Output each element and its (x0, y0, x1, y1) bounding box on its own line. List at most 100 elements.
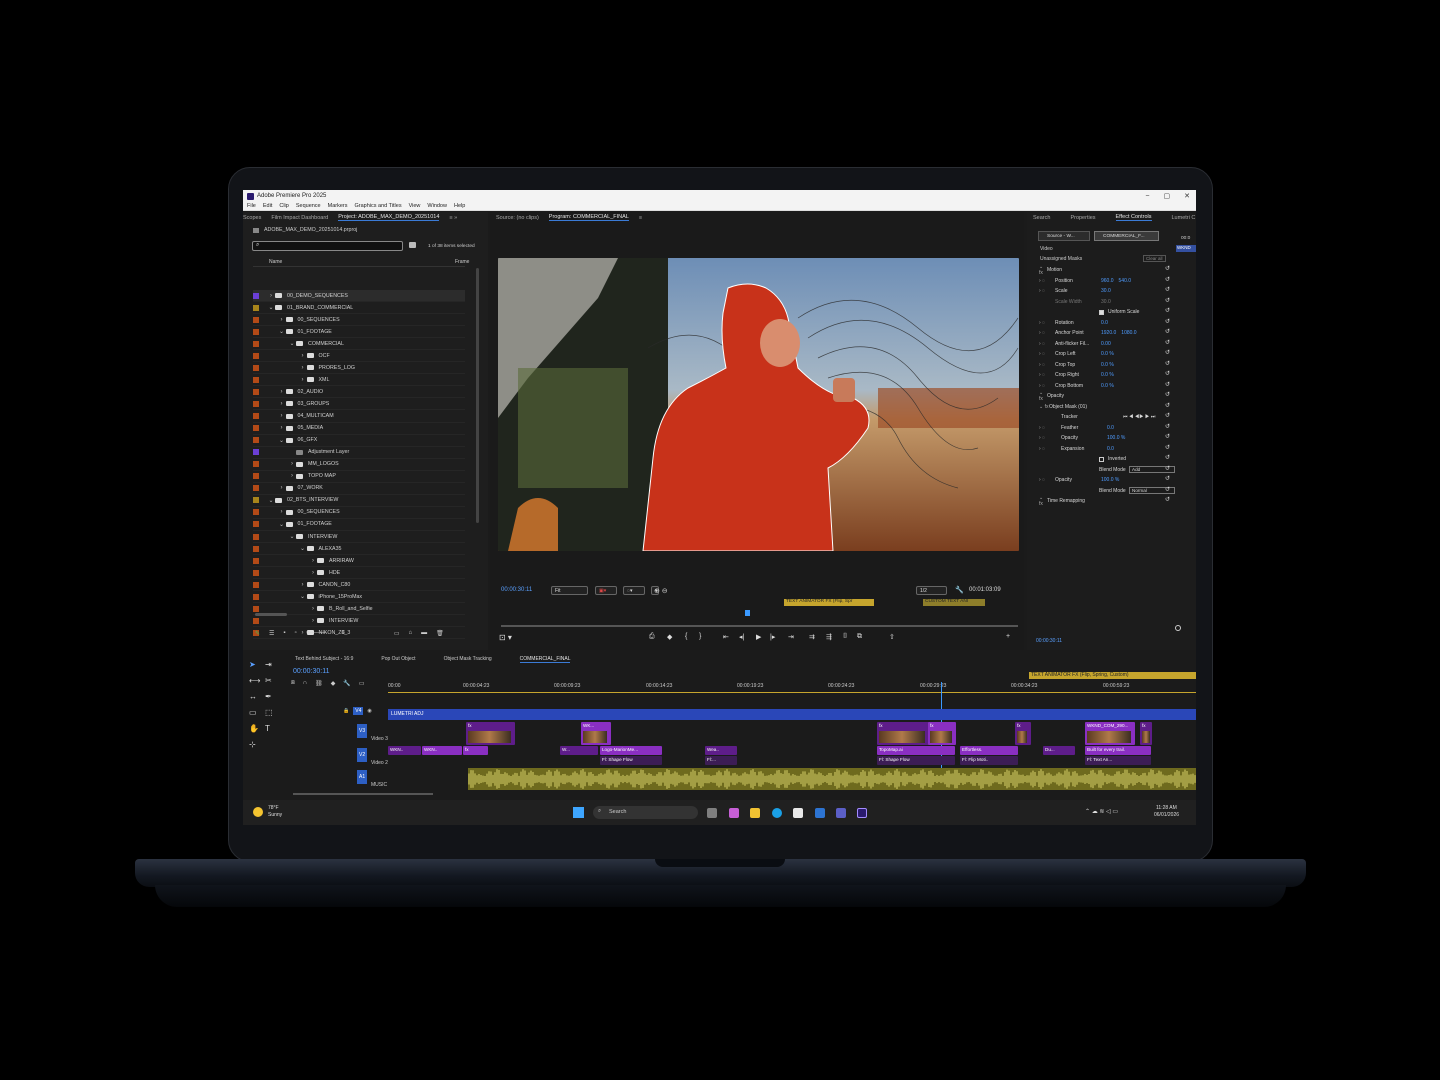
ec-chevron-icon[interactable]: › ◌ (1039, 435, 1061, 441)
label-color-swatch[interactable] (253, 316, 259, 323)
track-v4-label[interactable]: V4 (353, 707, 364, 715)
button-editor-icon[interactable]: + (1006, 633, 1010, 640)
label-color-swatch[interactable] (253, 340, 259, 347)
reset-icon[interactable]: ↺ (1165, 370, 1170, 377)
add-marker-button[interactable]: ⊡ ▾ (499, 633, 512, 642)
ec-chevron-icon[interactable]: › ◌ (1039, 477, 1055, 483)
tab-search[interactable]: Search (1033, 215, 1050, 221)
list-view-icon[interactable]: ☰ (269, 630, 274, 637)
label-color-swatch[interactable] (253, 304, 259, 311)
label-color-swatch[interactable] (253, 461, 259, 468)
top-marker[interactable]: TEXT ANIMATOR FX (Flip, Spring, Custom) (1029, 672, 1196, 679)
minimize-button[interactable]: − (1145, 193, 1149, 200)
reset-icon[interactable]: ↺ (1165, 276, 1170, 283)
chevron-right-icon[interactable]: › (299, 377, 307, 383)
seq-tab-pop-out[interactable]: Pop Out Object (381, 656, 415, 663)
tracker-controls[interactable]: ⏮ ◀ ◀▶ ▶ ⏭ (1123, 414, 1155, 420)
reset-icon[interactable]: ↺ (1165, 265, 1170, 272)
v2-clip[interactable]: Du... (1043, 746, 1075, 755)
chevron-right-icon[interactable]: › (278, 425, 286, 431)
close-button[interactable]: ✕ (1184, 192, 1190, 200)
reset-icon[interactable]: ↺ (1165, 444, 1170, 451)
track-select-tool-icon[interactable]: ⇥ (265, 660, 272, 669)
chevron-right-icon[interactable]: › (267, 293, 275, 299)
ec-chevron-icon[interactable]: ⌄ fx (1039, 495, 1047, 507)
project-scrollbar[interactable] (476, 268, 479, 523)
ec-value[interactable]: 0.0 (1101, 320, 1108, 326)
v2-clip[interactable]: Built for every trail. (1085, 746, 1151, 755)
project-item[interactable]: ⌄ 02_BTS_INTERVIEW (253, 495, 465, 507)
ec-chevron-icon[interactable]: › ◌ (1039, 351, 1055, 357)
ec-chevron-icon[interactable]: › ◌ (1039, 278, 1055, 284)
captions-icon[interactable]: ▭ (359, 680, 365, 687)
v2-clip[interactable]: Effortless. (960, 746, 1018, 755)
label-color-swatch[interactable] (253, 521, 259, 528)
system-tray[interactable]: ⌃ ☁ ≋ ◁ ▭ (1085, 808, 1118, 815)
project-item[interactable]: ⌄ 06_GFX (253, 435, 465, 447)
reset-icon[interactable]: ↺ (1165, 486, 1170, 493)
add-marker-icon[interactable]: ◆ (331, 680, 336, 687)
icon-view-icon[interactable]: ▪ (283, 630, 285, 637)
project-search-input[interactable]: ⌕ (252, 241, 403, 251)
menu-markers[interactable]: Markers (328, 203, 348, 209)
music-audio-clip[interactable] (468, 768, 1196, 790)
v2-clip[interactable]: fx (463, 746, 488, 755)
maximize-button[interactable]: ▢ (1164, 192, 1171, 200)
ec-mini-clip[interactable]: WKND (1176, 245, 1196, 252)
v2-clip[interactable]: Fl: Shape Flow (600, 756, 662, 765)
ec-value[interactable]: 960.0 (1101, 278, 1114, 284)
track-v3-label[interactable]: V3 (357, 724, 368, 738)
ec-value[interactable]: 1920.0 (1101, 330, 1116, 336)
v3-clip[interactable]: WKND_COM_290... (1085, 722, 1135, 745)
reset-icon[interactable]: ↺ (1165, 318, 1170, 325)
delete-icon[interactable]: 🗑 (436, 630, 444, 637)
program-viewer[interactable] (498, 258, 1019, 551)
copilot-icon[interactable] (729, 808, 739, 818)
project-item[interactable]: Adjustment Layer (253, 447, 465, 459)
comparison-dropdown[interactable]: ◌▾ (623, 586, 645, 595)
taskbar-date[interactable]: 06/01/2026 (1154, 812, 1179, 818)
file-explorer-icon[interactable] (750, 808, 760, 818)
label-color-swatch[interactable] (253, 328, 259, 335)
chevron-down-icon[interactable]: ⌄ (278, 437, 286, 444)
project-item[interactable]: › 03_GROUPS (253, 398, 465, 411)
hand-tool-icon[interactable]: ✋ (249, 724, 259, 733)
reset-icon[interactable]: ↺ (1165, 465, 1170, 472)
timeline-ruler[interactable]: 00:00 00:00:04:23 00:00:09:23 00:00:14:23 00… (388, 683, 1196, 691)
label-color-swatch[interactable] (253, 485, 259, 492)
v2-clip[interactable]: Fl: Flip Moti.. (960, 756, 1018, 765)
ec-chevron-icon[interactable]: › ◌ (1039, 288, 1055, 294)
weather-icon[interactable] (253, 807, 263, 817)
project-item[interactable]: ⌄ COMMERCIAL (253, 338, 465, 351)
chevron-down-icon[interactable]: ⌄ (288, 340, 296, 347)
chevron-right-icon[interactable]: › (278, 485, 286, 491)
taskbar-search[interactable]: ⌕ Search (593, 806, 698, 819)
label-color-swatch[interactable] (253, 581, 259, 588)
project-item[interactable]: › XML (253, 374, 465, 387)
teams-icon[interactable] (836, 808, 846, 818)
project-item[interactable]: › 07_WORK (253, 483, 465, 495)
label-color-swatch[interactable] (253, 352, 259, 359)
checkbox[interactable] (1099, 456, 1104, 462)
menu-help[interactable]: Help (454, 203, 465, 209)
project-item[interactable]: › PRORES_LOG (253, 362, 465, 375)
v3-clip[interactable]: fx (877, 722, 929, 745)
ec-chevron-icon[interactable]: › ◌ (1039, 446, 1061, 452)
label-color-swatch[interactable] (253, 437, 259, 444)
chevron-right-icon[interactable]: › (299, 365, 307, 371)
tab-project[interactable]: Project: ADOBE_MAX_DEMO_20251014 (338, 214, 440, 221)
project-item[interactable]: › INTERVIEW (253, 615, 465, 628)
label-color-swatch[interactable] (253, 400, 259, 407)
reset-icon[interactable]: ↺ (1165, 349, 1170, 356)
v2-clip[interactable]: Logo-MarionMe... (600, 746, 662, 755)
ec-zoom-handle[interactable] (1175, 625, 1181, 631)
menu-clip[interactable]: Clip (279, 203, 288, 209)
ec-value-2[interactable]: 540.0 (1119, 278, 1132, 284)
seq-tab-object-mask[interactable]: Object Mask Tracking (444, 656, 492, 663)
v2-clip[interactable]: WKN.. (422, 746, 462, 755)
project-item[interactable]: ⌄ 01_FOOTAGE (253, 519, 465, 531)
zoom-slider[interactable]: ○──── (306, 630, 327, 637)
ec-value[interactable]: 0.0 % (1101, 383, 1114, 389)
reset-icon[interactable]: ↺ (1165, 412, 1170, 419)
project-item[interactable]: › 00_SEQUENCES (253, 314, 465, 327)
